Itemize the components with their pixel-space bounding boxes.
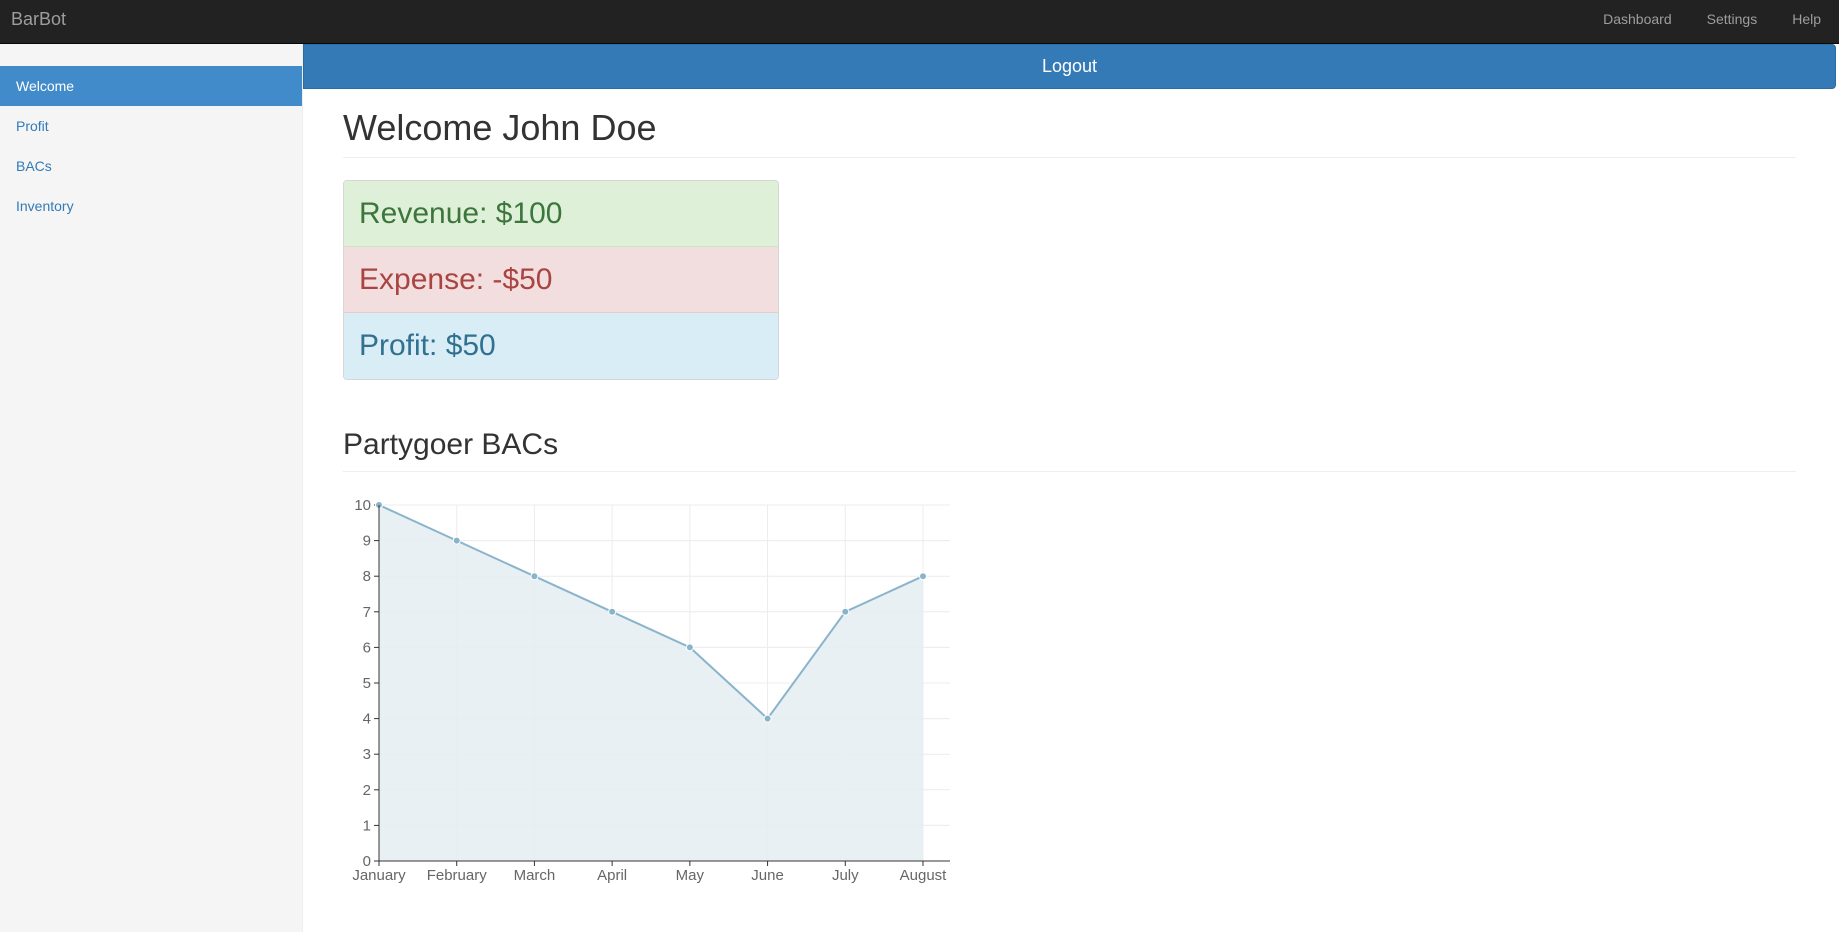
y-tick-label: 3 bbox=[363, 746, 371, 763]
data-point bbox=[919, 572, 927, 581]
y-tick-label: 4 bbox=[363, 711, 371, 728]
revenue-item: Revenue: $100 bbox=[344, 181, 778, 247]
y-tick-label: 7 bbox=[363, 604, 371, 621]
financial-summary: Revenue: $100 Expense: -$50 Profit: $50 bbox=[343, 180, 779, 380]
sidebar-item-profit[interactable]: Profit bbox=[0, 106, 302, 146]
section-divider bbox=[343, 471, 1796, 472]
nav-link-dashboard[interactable]: Dashboard bbox=[1585, 0, 1689, 44]
y-tick-label: 10 bbox=[354, 497, 371, 514]
y-tick-label: 6 bbox=[363, 639, 371, 656]
profit-item: Profit: $50 bbox=[344, 313, 778, 379]
x-tick-label: August bbox=[900, 867, 948, 884]
top-navbar: BarBot Dashboard Settings Help bbox=[0, 0, 1839, 44]
x-tick-label: February bbox=[427, 867, 488, 884]
data-point bbox=[841, 607, 850, 616]
sidebar-item-inventory[interactable]: Inventory bbox=[0, 186, 302, 226]
x-tick-label: April bbox=[597, 867, 627, 884]
nav-link-settings[interactable]: Settings bbox=[1689, 0, 1775, 44]
x-tick-label: July bbox=[832, 867, 859, 884]
navbar-links: Dashboard Settings Help bbox=[1585, 0, 1839, 44]
y-tick-label: 9 bbox=[363, 533, 371, 550]
data-point bbox=[763, 714, 772, 723]
x-tick-label: June bbox=[751, 867, 784, 884]
sidebar-item-bacs[interactable]: BACs bbox=[0, 146, 302, 186]
section-title: Partygoer BACs bbox=[343, 428, 559, 461]
data-point bbox=[608, 607, 617, 616]
data-point bbox=[530, 572, 539, 581]
brand-logo[interactable]: BarBot bbox=[11, 8, 66, 30]
sidebar-item-welcome[interactable]: Welcome bbox=[0, 66, 302, 106]
bac-chart: 012345678910January February March April May… bbox=[352, 497, 950, 884]
y-tick-label: 2 bbox=[363, 782, 371, 799]
x-tick-label: January bbox=[352, 867, 406, 884]
y-tick-label: 8 bbox=[363, 568, 371, 585]
y-tick-label: 1 bbox=[363, 817, 371, 834]
expense-item: Expense: -$50 bbox=[344, 247, 778, 313]
logout-button[interactable]: Logout bbox=[303, 44, 1836, 89]
sidebar: Welcome Profit BACs Inventory bbox=[0, 44, 303, 932]
x-tick-label: May bbox=[676, 867, 705, 884]
data-point bbox=[685, 643, 694, 652]
y-tick-label: 5 bbox=[363, 675, 371, 692]
x-tick-label: March bbox=[514, 867, 556, 884]
nav-link-help[interactable]: Help bbox=[1774, 0, 1839, 44]
title-divider bbox=[343, 157, 1796, 158]
data-point bbox=[452, 536, 461, 545]
series-area bbox=[379, 505, 923, 861]
page-title: Welcome John Doe bbox=[343, 107, 657, 148]
